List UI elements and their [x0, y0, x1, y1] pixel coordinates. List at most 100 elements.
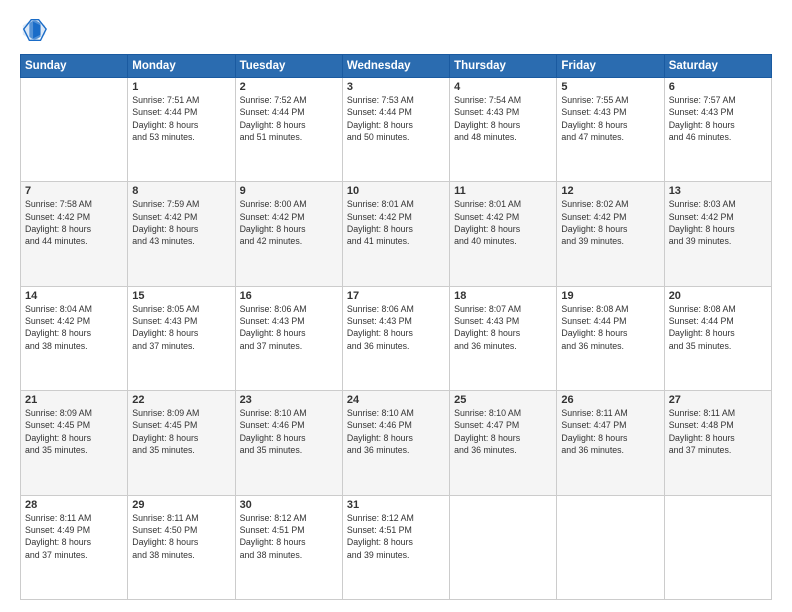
day-info: Sunrise: 7:51 AM Sunset: 4:44 PM Dayligh…: [132, 94, 230, 143]
day-info: Sunrise: 8:06 AM Sunset: 4:43 PM Dayligh…: [240, 303, 338, 352]
day-info: Sunrise: 8:00 AM Sunset: 4:42 PM Dayligh…: [240, 198, 338, 247]
calendar-cell: 13Sunrise: 8:03 AM Sunset: 4:42 PM Dayli…: [664, 182, 771, 286]
calendar-cell: 18Sunrise: 8:07 AM Sunset: 4:43 PM Dayli…: [450, 286, 557, 390]
day-info: Sunrise: 8:02 AM Sunset: 4:42 PM Dayligh…: [561, 198, 659, 247]
day-number: 31: [347, 499, 445, 511]
day-info: Sunrise: 8:11 AM Sunset: 4:47 PM Dayligh…: [561, 407, 659, 456]
day-info: Sunrise: 8:11 AM Sunset: 4:50 PM Dayligh…: [132, 512, 230, 561]
day-number: 13: [669, 185, 767, 197]
calendar-cell: 7Sunrise: 7:58 AM Sunset: 4:42 PM Daylig…: [21, 182, 128, 286]
col-header-thursday: Thursday: [450, 55, 557, 78]
calendar-cell: [664, 495, 771, 599]
day-info: Sunrise: 8:10 AM Sunset: 4:46 PM Dayligh…: [347, 407, 445, 456]
day-number: 26: [561, 394, 659, 406]
calendar-week-0: 1Sunrise: 7:51 AM Sunset: 4:44 PM Daylig…: [21, 78, 772, 182]
day-number: 4: [454, 81, 552, 93]
calendar-cell: [557, 495, 664, 599]
day-info: Sunrise: 8:06 AM Sunset: 4:43 PM Dayligh…: [347, 303, 445, 352]
day-number: 12: [561, 185, 659, 197]
calendar-cell: [21, 78, 128, 182]
logo: [20, 16, 54, 44]
calendar-cell: 10Sunrise: 8:01 AM Sunset: 4:42 PM Dayli…: [342, 182, 449, 286]
day-number: 15: [132, 290, 230, 302]
day-number: 2: [240, 81, 338, 93]
col-header-saturday: Saturday: [664, 55, 771, 78]
day-info: Sunrise: 7:52 AM Sunset: 4:44 PM Dayligh…: [240, 94, 338, 143]
day-number: 3: [347, 81, 445, 93]
day-number: 6: [669, 81, 767, 93]
calendar-cell: [450, 495, 557, 599]
day-info: Sunrise: 8:05 AM Sunset: 4:43 PM Dayligh…: [132, 303, 230, 352]
day-info: Sunrise: 8:07 AM Sunset: 4:43 PM Dayligh…: [454, 303, 552, 352]
calendar-week-1: 7Sunrise: 7:58 AM Sunset: 4:42 PM Daylig…: [21, 182, 772, 286]
day-number: 18: [454, 290, 552, 302]
day-number: 8: [132, 185, 230, 197]
col-header-friday: Friday: [557, 55, 664, 78]
day-info: Sunrise: 8:01 AM Sunset: 4:42 PM Dayligh…: [454, 198, 552, 247]
calendar-week-4: 28Sunrise: 8:11 AM Sunset: 4:49 PM Dayli…: [21, 495, 772, 599]
calendar-cell: 14Sunrise: 8:04 AM Sunset: 4:42 PM Dayli…: [21, 286, 128, 390]
calendar-cell: 28Sunrise: 8:11 AM Sunset: 4:49 PM Dayli…: [21, 495, 128, 599]
day-info: Sunrise: 8:03 AM Sunset: 4:42 PM Dayligh…: [669, 198, 767, 247]
day-number: 1: [132, 81, 230, 93]
calendar-cell: 15Sunrise: 8:05 AM Sunset: 4:43 PM Dayli…: [128, 286, 235, 390]
day-info: Sunrise: 7:57 AM Sunset: 4:43 PM Dayligh…: [669, 94, 767, 143]
day-number: 30: [240, 499, 338, 511]
day-info: Sunrise: 7:53 AM Sunset: 4:44 PM Dayligh…: [347, 94, 445, 143]
day-info: Sunrise: 8:11 AM Sunset: 4:48 PM Dayligh…: [669, 407, 767, 456]
day-number: 10: [347, 185, 445, 197]
calendar-cell: 20Sunrise: 8:08 AM Sunset: 4:44 PM Dayli…: [664, 286, 771, 390]
calendar-cell: 25Sunrise: 8:10 AM Sunset: 4:47 PM Dayli…: [450, 391, 557, 495]
day-info: Sunrise: 8:09 AM Sunset: 4:45 PM Dayligh…: [25, 407, 123, 456]
page: SundayMondayTuesdayWednesdayThursdayFrid…: [0, 0, 792, 612]
calendar-week-2: 14Sunrise: 8:04 AM Sunset: 4:42 PM Dayli…: [21, 286, 772, 390]
day-number: 29: [132, 499, 230, 511]
calendar-cell: 17Sunrise: 8:06 AM Sunset: 4:43 PM Dayli…: [342, 286, 449, 390]
day-number: 23: [240, 394, 338, 406]
calendar-cell: 23Sunrise: 8:10 AM Sunset: 4:46 PM Dayli…: [235, 391, 342, 495]
day-number: 7: [25, 185, 123, 197]
calendar-table: SundayMondayTuesdayWednesdayThursdayFrid…: [20, 54, 772, 600]
day-info: Sunrise: 8:04 AM Sunset: 4:42 PM Dayligh…: [25, 303, 123, 352]
calendar-cell: 6Sunrise: 7:57 AM Sunset: 4:43 PM Daylig…: [664, 78, 771, 182]
col-header-monday: Monday: [128, 55, 235, 78]
day-number: 14: [25, 290, 123, 302]
calendar-cell: 2Sunrise: 7:52 AM Sunset: 4:44 PM Daylig…: [235, 78, 342, 182]
day-number: 21: [25, 394, 123, 406]
day-number: 25: [454, 394, 552, 406]
logo-icon: [20, 16, 48, 44]
calendar-header-row: SundayMondayTuesdayWednesdayThursdayFrid…: [21, 55, 772, 78]
calendar-cell: 8Sunrise: 7:59 AM Sunset: 4:42 PM Daylig…: [128, 182, 235, 286]
calendar-cell: 26Sunrise: 8:11 AM Sunset: 4:47 PM Dayli…: [557, 391, 664, 495]
calendar-cell: 1Sunrise: 7:51 AM Sunset: 4:44 PM Daylig…: [128, 78, 235, 182]
calendar-cell: 16Sunrise: 8:06 AM Sunset: 4:43 PM Dayli…: [235, 286, 342, 390]
calendar-cell: 12Sunrise: 8:02 AM Sunset: 4:42 PM Dayli…: [557, 182, 664, 286]
calendar-cell: 9Sunrise: 8:00 AM Sunset: 4:42 PM Daylig…: [235, 182, 342, 286]
col-header-sunday: Sunday: [21, 55, 128, 78]
day-info: Sunrise: 8:10 AM Sunset: 4:47 PM Dayligh…: [454, 407, 552, 456]
day-number: 22: [132, 394, 230, 406]
col-header-wednesday: Wednesday: [342, 55, 449, 78]
day-info: Sunrise: 7:59 AM Sunset: 4:42 PM Dayligh…: [132, 198, 230, 247]
day-info: Sunrise: 7:58 AM Sunset: 4:42 PM Dayligh…: [25, 198, 123, 247]
calendar-cell: 29Sunrise: 8:11 AM Sunset: 4:50 PM Dayli…: [128, 495, 235, 599]
day-info: Sunrise: 7:54 AM Sunset: 4:43 PM Dayligh…: [454, 94, 552, 143]
day-number: 16: [240, 290, 338, 302]
calendar-cell: 24Sunrise: 8:10 AM Sunset: 4:46 PM Dayli…: [342, 391, 449, 495]
calendar-cell: 3Sunrise: 7:53 AM Sunset: 4:44 PM Daylig…: [342, 78, 449, 182]
day-info: Sunrise: 8:10 AM Sunset: 4:46 PM Dayligh…: [240, 407, 338, 456]
calendar-cell: 22Sunrise: 8:09 AM Sunset: 4:45 PM Dayli…: [128, 391, 235, 495]
calendar-cell: 21Sunrise: 8:09 AM Sunset: 4:45 PM Dayli…: [21, 391, 128, 495]
day-info: Sunrise: 8:01 AM Sunset: 4:42 PM Dayligh…: [347, 198, 445, 247]
day-info: Sunrise: 8:08 AM Sunset: 4:44 PM Dayligh…: [669, 303, 767, 352]
calendar-cell: 30Sunrise: 8:12 AM Sunset: 4:51 PM Dayli…: [235, 495, 342, 599]
calendar-cell: 4Sunrise: 7:54 AM Sunset: 4:43 PM Daylig…: [450, 78, 557, 182]
col-header-tuesday: Tuesday: [235, 55, 342, 78]
day-number: 19: [561, 290, 659, 302]
day-number: 24: [347, 394, 445, 406]
day-number: 5: [561, 81, 659, 93]
calendar-cell: 19Sunrise: 8:08 AM Sunset: 4:44 PM Dayli…: [557, 286, 664, 390]
calendar-cell: 27Sunrise: 8:11 AM Sunset: 4:48 PM Dayli…: [664, 391, 771, 495]
day-number: 20: [669, 290, 767, 302]
calendar-cell: 31Sunrise: 8:12 AM Sunset: 4:51 PM Dayli…: [342, 495, 449, 599]
